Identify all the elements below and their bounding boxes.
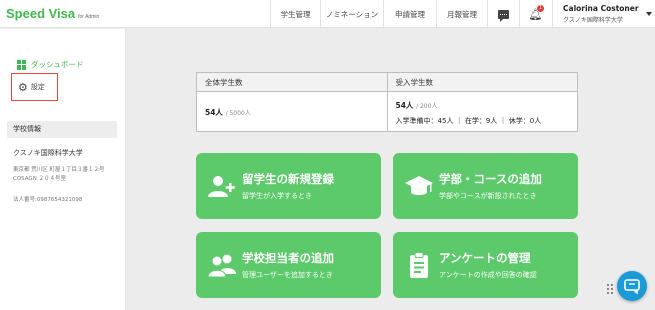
clipboard-icon — [410, 252, 428, 278]
drag-handle-icon[interactable] — [607, 284, 615, 294]
top-header: Speed Visa for Admin 学生管理 ノミネーション 申請管理 月報… — [0, 0, 655, 28]
nav-monthly-reports[interactable]: 月報管理 — [436, 0, 487, 28]
logo-text: Speed Visa — [6, 6, 76, 21]
sidebar-item-settings[interactable]: ⚙ 設定 — [11, 73, 58, 101]
notifications-button[interactable]: 🔔︎ 1 — [519, 0, 551, 28]
main-nav: 学生管理 ノミネーション 申請管理 月報管理 🔔︎ 1 — [270, 0, 551, 28]
sidebar-item-label: 設定 — [30, 83, 45, 91]
stats-total-title: 全体学生数 — [197, 73, 387, 92]
chevron-down-icon — [646, 12, 652, 16]
stats-total-capacity: / 5000人 — [225, 110, 251, 117]
stats-total-value: 54人 / 5000人 — [205, 107, 251, 118]
sidebar-item-dashboard[interactable]: ダッシュボード — [17, 59, 84, 70]
card-subtitle: 留学生が入学するとき — [242, 192, 312, 200]
nav-students[interactable]: 学生管理 — [270, 0, 320, 28]
school-info-heading: 学校情報 — [7, 121, 117, 138]
stats-accepted: 受入学生数 54人 / 200人 入学準備中：45人 ｜ 在学：9人 ｜ 休学：… — [386, 73, 577, 131]
stats-total: 全体学生数 54人 / 5000人 — [197, 73, 387, 131]
users-icon — [208, 254, 236, 278]
dashboard-icon — [17, 59, 27, 70]
student-stats-table: 全体学生数 54人 / 5000人 受入学生数 54人 / 200人 入学準備中… — [196, 72, 578, 132]
card-subtitle: 管理ユーザーを追加するとき — [242, 271, 333, 279]
sidebar: ダッシュボード ⚙ 設定 学校情報 クスノキ国際科学大学 東京都 荒川区 町屋１… — [0, 29, 126, 310]
manage-survey-card[interactable]: アンケートの管理 アンケートの作成や回答の確認 — [393, 232, 578, 298]
nav-nomination[interactable]: ノミネーション — [320, 0, 383, 28]
stats-accepted-count: 54人 — [395, 101, 414, 110]
chat-icon — [498, 9, 509, 22]
user-menu[interactable]: Calorina Costoner クスノキ国際科学大学 — [552, 0, 655, 28]
card-title: アンケートの管理 — [439, 251, 531, 265]
card-subtitle: 学部やコースが新設されたとき — [439, 192, 537, 200]
gear-icon: ⚙ — [18, 80, 28, 94]
card-subtitle: アンケートの作成や回答の確認 — [439, 271, 537, 279]
add-course-card[interactable]: 学部・コースの追加 学部やコースが新設されたとき — [393, 153, 578, 219]
card-title: 留学生の新規登録 — [242, 172, 334, 186]
chat-support-button[interactable] — [617, 271, 647, 301]
nav-applications[interactable]: 申請管理 — [383, 0, 436, 28]
notification-badge: 1 — [537, 5, 544, 12]
school-address: 東京都 荒川区 町屋１丁目３番１２号 COSAGN ２０４号室 — [13, 167, 105, 182]
register-student-card[interactable]: 留学生の新規登録 留学生が入学するとき — [196, 153, 381, 219]
corporate-number: 法人番号:0987654321098 — [13, 197, 83, 203]
chat-bubble-icon — [624, 278, 640, 294]
school-name: クスノキ国際科学大学 — [13, 149, 83, 157]
graduation-cap-icon — [405, 176, 433, 195]
stats-accepted-value: 54人 / 200人 — [396, 100, 438, 111]
app-logo[interactable]: Speed Visa for Admin — [6, 6, 99, 21]
card-title: 学校担当者の追加 — [242, 251, 334, 265]
user-name: Calorina Costoner — [563, 4, 639, 13]
stats-total-count: 54人 — [205, 108, 223, 117]
stats-accepted-breakdown: 入学準備中：45人 ｜ 在学：9人 ｜ 休学：0人 — [395, 117, 542, 125]
sidebar-item-label: ダッシュボード — [31, 60, 84, 69]
add-staff-card[interactable]: 学校担当者の追加 管理ユーザーを追加するとき — [196, 232, 381, 298]
stats-accepted-title: 受入学生数 — [387, 73, 577, 92]
card-title: 学部・コースの追加 — [439, 172, 542, 186]
logo-subtitle: for Admin — [78, 14, 100, 20]
user-plus-icon — [208, 176, 235, 197]
messages-button[interactable] — [487, 0, 519, 28]
user-organization: クスノキ国際科学大学 — [563, 17, 623, 24]
stats-accepted-capacity: / 200人 — [416, 103, 438, 110]
